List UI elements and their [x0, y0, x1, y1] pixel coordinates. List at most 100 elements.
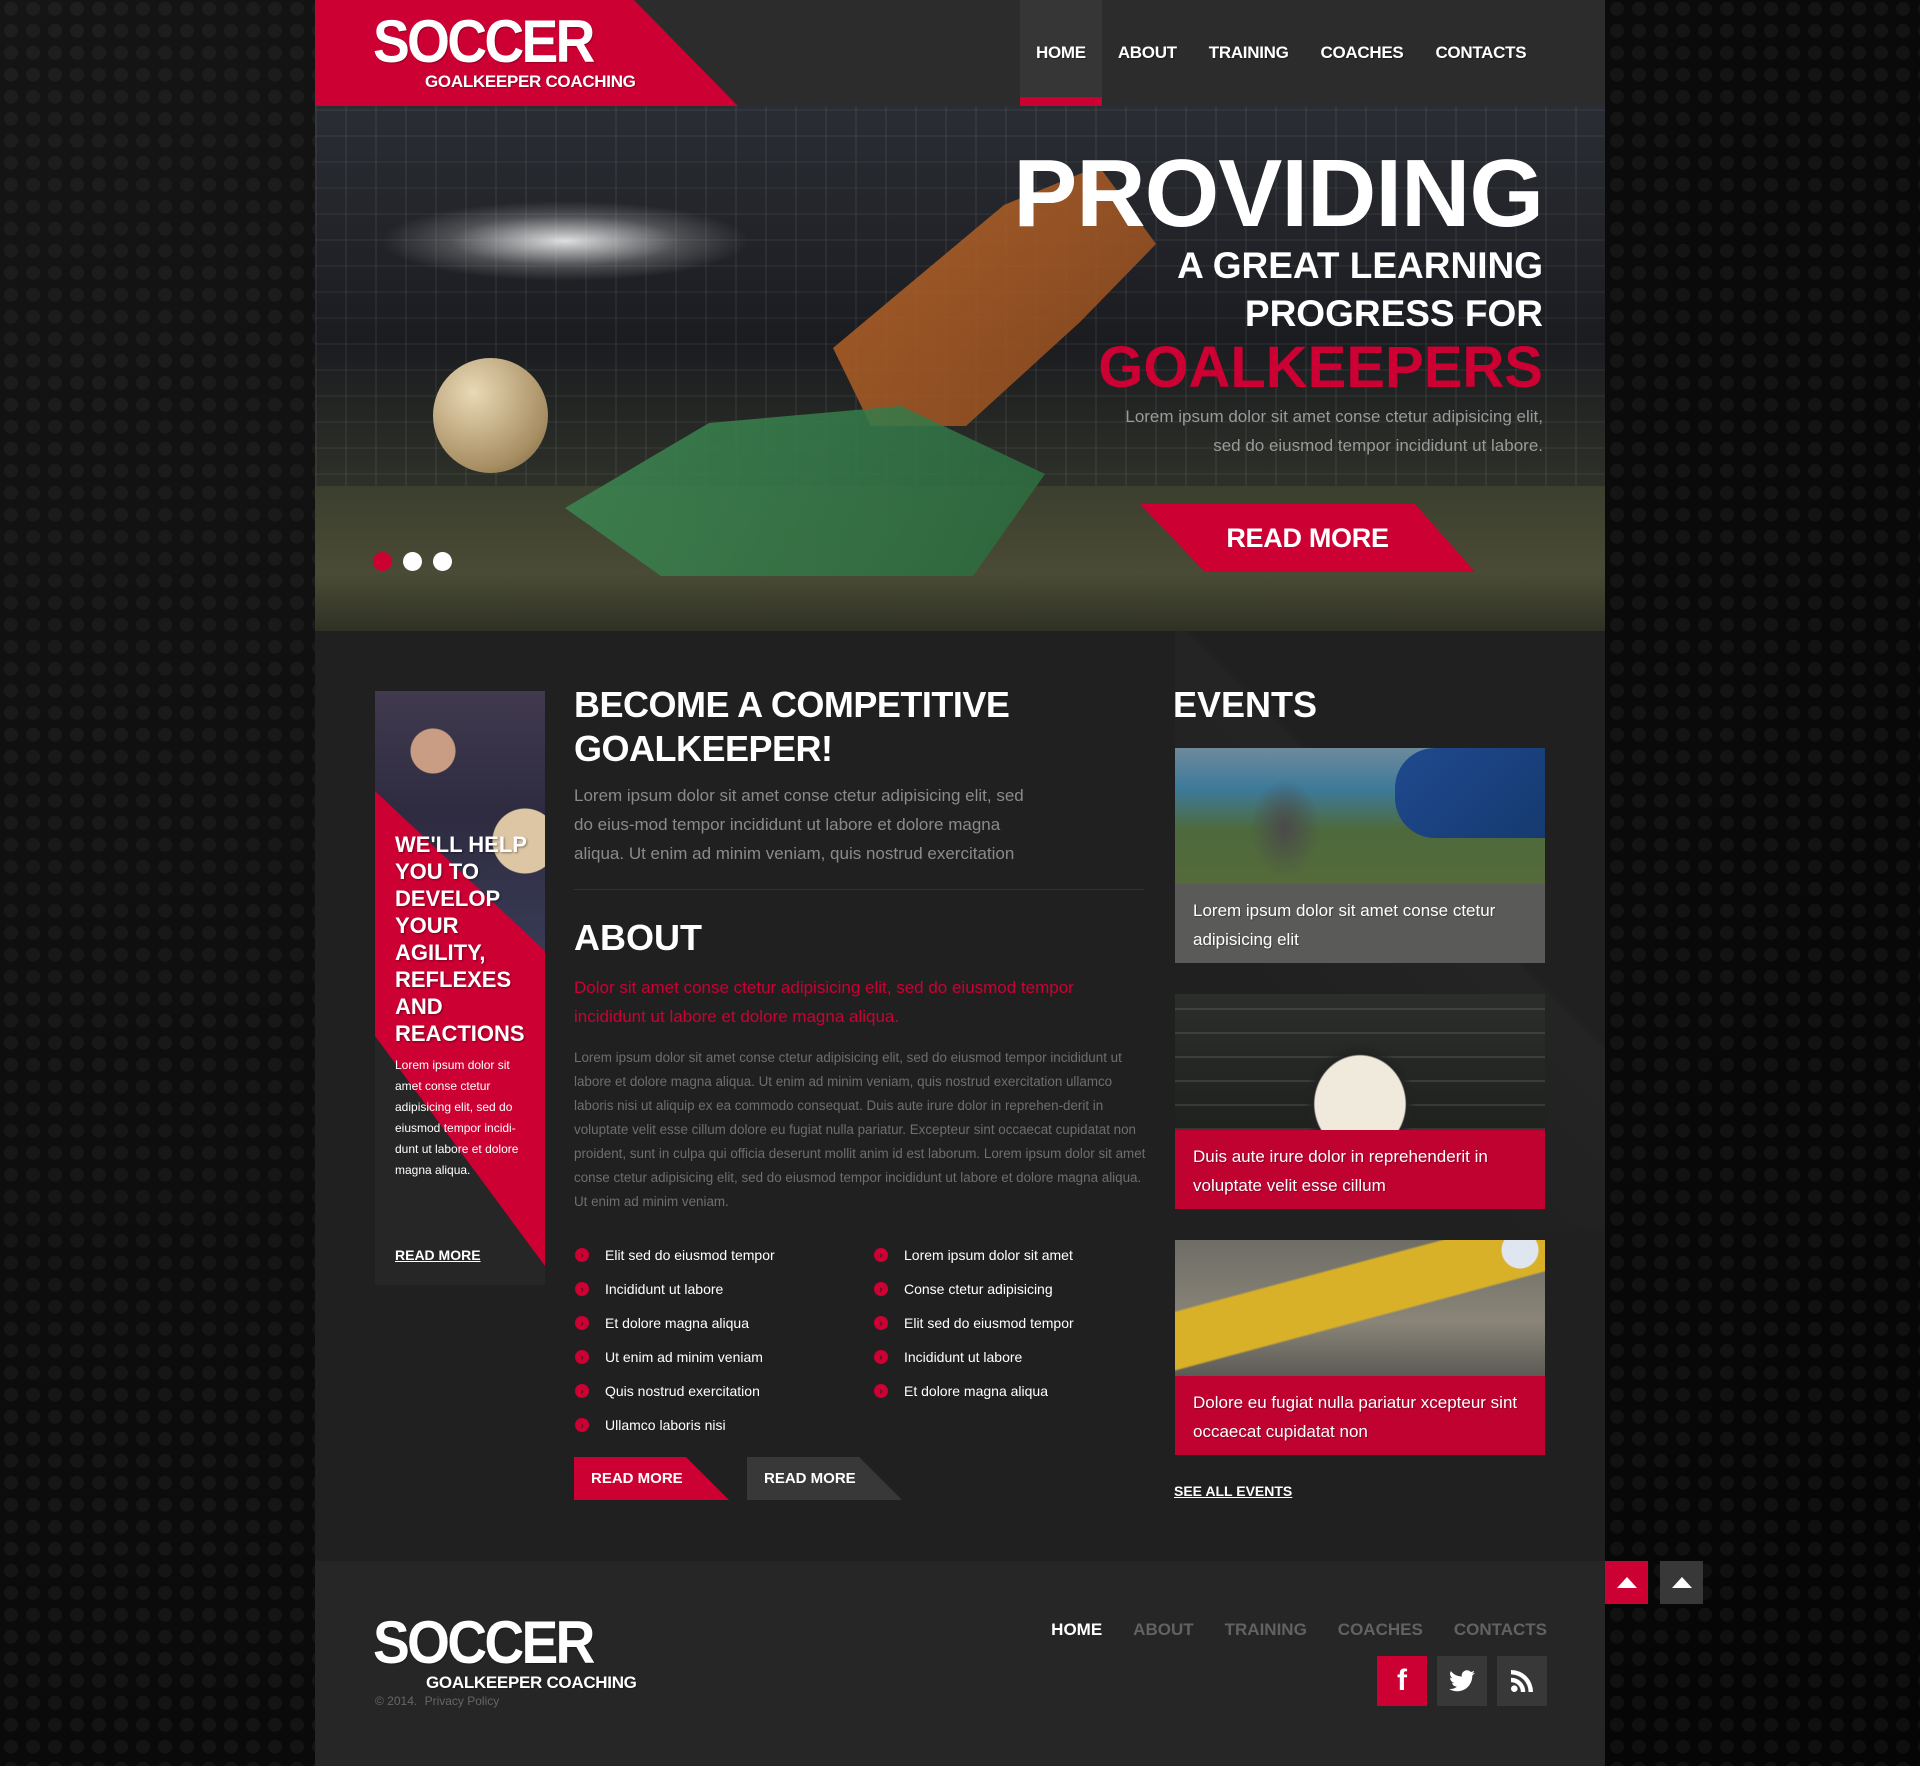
event-card[interactable]: Duis aute irure dolor in reprehenderit i…	[1175, 994, 1545, 1209]
list-item: › Ullamco laboris nisi	[574, 1408, 775, 1442]
facebook-icon: f	[1397, 1664, 1407, 1697]
list-item-label: Conse ctetur adipisicing	[904, 1281, 1053, 1297]
twitter-icon	[1449, 1670, 1475, 1692]
page: SOCCER GOALKEEPER COACHING HOME ABOUT TR…	[315, 0, 1605, 1766]
chevron-right-icon: ›	[874, 1248, 888, 1262]
nav-item-training[interactable]: TRAINING	[1193, 0, 1305, 106]
social-links: f	[1377, 1656, 1547, 1706]
event-card[interactable]: Dolore eu fugiat nulla pariatur xcepteur…	[1175, 1240, 1545, 1455]
chevron-right-icon: ›	[874, 1316, 888, 1330]
intro-heading: BECOME A COMPETITIVE GOALKEEPER!	[574, 684, 1010, 769]
about-heading: ABOUT	[574, 917, 702, 958]
slider-dot-1[interactable]	[373, 552, 392, 571]
footer: SOCCER GOALKEEPER COACHING © 2014. Priva…	[315, 1561, 1605, 1766]
hero-subtitle-2: PROGRESS FOR	[1244, 293, 1543, 334]
chevron-right-icon: ›	[575, 1350, 589, 1364]
hero-description-line: sed do eiusmod tempor incididunt ut labo…	[1213, 436, 1543, 455]
chevron-right-icon: ›	[874, 1350, 888, 1364]
list-item: › Conse ctetur adipisicing	[873, 1272, 1074, 1306]
list-item: › Et dolore magna aliqua	[574, 1306, 775, 1340]
list-item: › Incididunt ut labore	[574, 1272, 775, 1306]
slider-dot-2[interactable]	[403, 552, 422, 571]
chevron-right-icon: ›	[575, 1418, 589, 1432]
slider-dot-3[interactable]	[433, 552, 452, 571]
footer-nav-coaches[interactable]: COACHES	[1338, 1620, 1423, 1640]
promo-text: Lorem ipsum dolor sit amet conse ctetur …	[395, 1058, 519, 1177]
rss-button[interactable]	[1497, 1656, 1547, 1706]
footer-nav-contacts[interactable]: CONTACTS	[1454, 1620, 1547, 1640]
privacy-policy-link[interactable]: Privacy Policy	[425, 1694, 500, 1708]
rss-icon	[1511, 1670, 1533, 1692]
about-body: Lorem ipsum dolor sit amet conse ctetur …	[574, 1050, 1146, 1209]
copyright-text: © 2014.	[375, 1694, 418, 1708]
footer-logo-tagline: GOALKEEPER COACHING	[426, 1673, 637, 1692]
see-all-events-link[interactable]: SEE ALL EVENTS	[1174, 1483, 1292, 1499]
list-item-label: Elit sed do eiusmod tempor	[605, 1247, 775, 1263]
footer-nav: HOME ABOUT TRAINING COACHES CONTACTS	[1051, 1620, 1547, 1640]
list-item: › Ut enim ad minim veniam	[574, 1340, 775, 1374]
event-card[interactable]: Lorem ipsum dolor sit amet conse ctetur …	[1175, 748, 1545, 963]
hero-ball-image	[433, 358, 548, 473]
list-item: › Elit sed do eiusmod tempor	[873, 1306, 1074, 1340]
list-item-label: Elit sed do eiusmod tempor	[904, 1315, 1074, 1331]
list-item: › Elit sed do eiusmod tempor	[574, 1238, 775, 1272]
list-item-label: Incididunt ut labore	[904, 1349, 1023, 1365]
hero-description: Lorem ipsum dolor sit amet conse ctetur …	[1013, 402, 1543, 460]
intro-text: Lorem ipsum dolor sit amet conse ctetur …	[574, 786, 1024, 863]
promo-title: WE'LL HELP YOU TO DEVELOP YOUR AGILITY, …	[395, 832, 527, 1046]
event-image	[1175, 1240, 1545, 1376]
hero-description-line: Lorem ipsum dolor sit amet conse ctetur …	[1125, 407, 1543, 426]
logo[interactable]: SOCCER GOALKEEPER COACHING	[373, 8, 636, 92]
logo-title: SOCCER	[373, 8, 595, 75]
copyright: © 2014. Privacy Policy	[375, 1694, 499, 1708]
about-read-more-button[interactable]: READ MORE	[574, 1457, 729, 1500]
chevron-right-icon: ›	[874, 1384, 888, 1398]
promo-read-more-link[interactable]: READ MORE	[395, 1247, 481, 1263]
scroll-top-button[interactable]	[1605, 1561, 1648, 1604]
feature-list-right: › Lorem ipsum dolor sit amet › Conse ctetu…	[873, 1238, 1074, 1408]
chevron-right-icon: ›	[575, 1282, 589, 1296]
footer-nav-about[interactable]: ABOUT	[1133, 1620, 1193, 1640]
hero-slider: PROVIDING A GREAT LEARNING PROGRESS FOR …	[315, 106, 1605, 631]
list-item: › Incididunt ut labore	[873, 1340, 1074, 1374]
twitter-button[interactable]	[1437, 1656, 1487, 1706]
arrow-up-icon	[1616, 1577, 1637, 1588]
list-item: › Lorem ipsum dolor sit amet	[873, 1238, 1074, 1272]
about-read-more-secondary-button[interactable]: READ MORE	[747, 1457, 902, 1500]
promo-card: WE'LL HELP YOU TO DEVELOP YOUR AGILITY, …	[375, 691, 545, 1285]
footer-logo-title: SOCCER	[373, 1609, 595, 1676]
list-item-label: Ut enim ad minim veniam	[605, 1349, 763, 1365]
chevron-right-icon: ›	[575, 1316, 589, 1330]
arrow-up-icon	[1671, 1577, 1692, 1588]
nav-item-contacts[interactable]: CONTACTS	[1419, 0, 1542, 106]
hero-title: PROVIDING	[1013, 140, 1544, 247]
chevron-right-icon: ›	[575, 1384, 589, 1398]
list-item-label: Incididunt ut labore	[605, 1281, 724, 1297]
footer-nav-training[interactable]: TRAINING	[1225, 1620, 1307, 1640]
logo-tagline: GOALKEEPER COACHING	[425, 72, 636, 91]
hero-highlight: GOALKEEPERS	[1098, 335, 1543, 400]
scroll-top-button-secondary[interactable]	[1660, 1561, 1703, 1604]
nav-item-about[interactable]: ABOUT	[1102, 0, 1193, 106]
nav-item-home[interactable]: HOME	[1020, 0, 1102, 106]
event-caption: Lorem ipsum dolor sit amet conse ctetur …	[1175, 884, 1545, 963]
event-image	[1175, 748, 1545, 884]
about-lead: Dolor sit amet conse ctetur adipisicing …	[574, 978, 1074, 1026]
facebook-button[interactable]: f	[1377, 1656, 1427, 1706]
nav-item-coaches[interactable]: COACHES	[1305, 0, 1420, 106]
footer-logo[interactable]: SOCCER GOALKEEPER COACHING	[373, 1609, 637, 1693]
chevron-right-icon: ›	[575, 1248, 589, 1262]
list-item-label: Et dolore magna aliqua	[904, 1383, 1048, 1399]
footer-nav-home[interactable]: HOME	[1051, 1620, 1102, 1640]
list-item-label: Lorem ipsum dolor sit amet	[904, 1247, 1073, 1263]
event-caption: Dolore eu fugiat nulla pariatur xcepteur…	[1175, 1376, 1545, 1455]
chevron-right-icon: ›	[874, 1282, 888, 1296]
header: SOCCER GOALKEEPER COACHING HOME ABOUT TR…	[315, 0, 1605, 106]
list-item: › Quis nostrud exercitation	[574, 1374, 775, 1408]
events-heading: EVENTS	[1173, 684, 1318, 725]
main-nav: HOME ABOUT TRAINING COACHES CONTACTS	[1020, 0, 1542, 106]
event-caption: Duis aute irure dolor in reprehenderit i…	[1175, 1130, 1545, 1209]
section-divider	[574, 889, 1144, 890]
list-item: › Et dolore magna aliqua	[873, 1374, 1074, 1408]
feature-list-left: › Elit sed do eiusmod tempor › Incididunt …	[574, 1238, 775, 1442]
